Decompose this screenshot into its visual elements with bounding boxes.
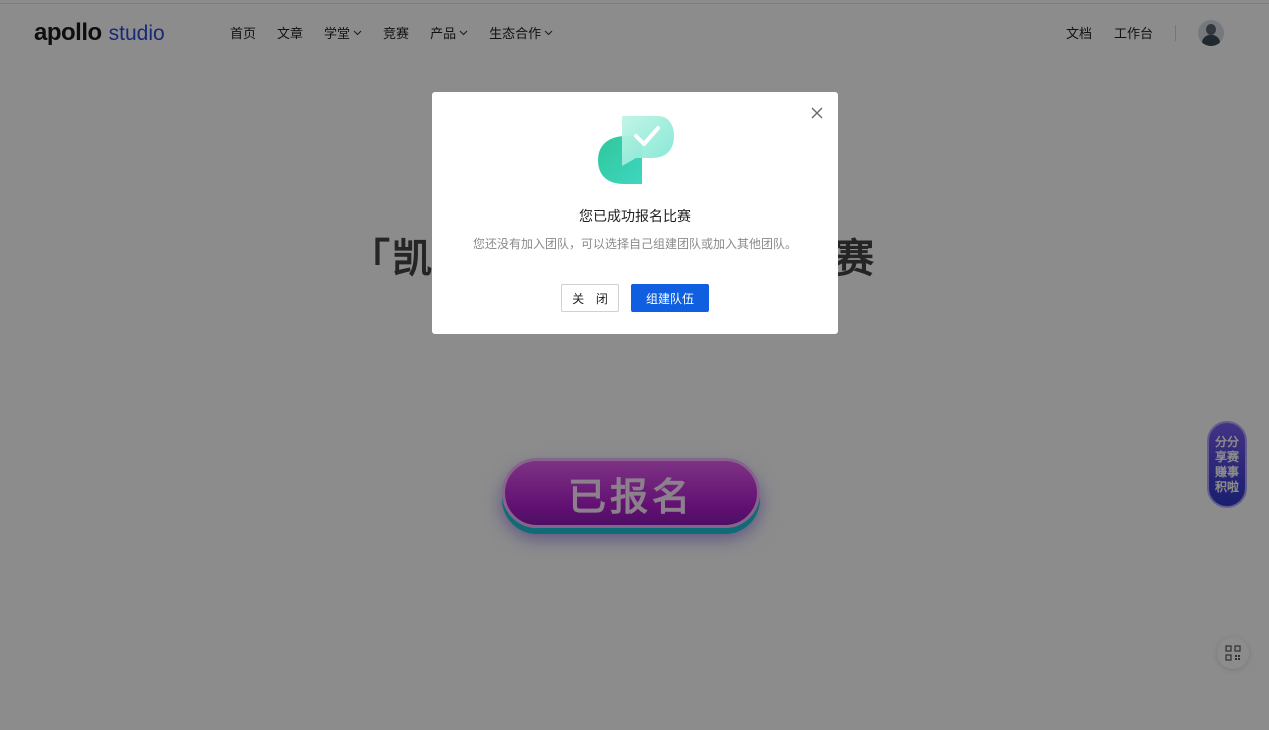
success-chat-check-icon	[598, 116, 674, 184]
dialog-description: 您还没有加入团队，可以选择自己组建团队或加入其他团队。	[472, 237, 797, 251]
dialog-title: 您已成功报名比赛	[579, 209, 691, 225]
create-team-button[interactable]: 组建队伍	[631, 284, 709, 312]
close-icon[interactable]	[810, 106, 824, 120]
close-button[interactable]: 关 闭	[561, 284, 619, 312]
registration-success-dialog: 您已成功报名比赛 您还没有加入团队，可以选择自己组建团队或加入其他团队。 关 闭…	[432, 92, 838, 334]
